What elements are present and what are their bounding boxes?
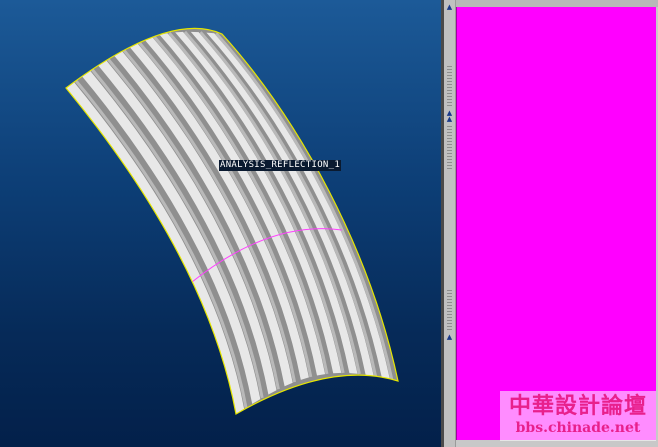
analysis-label[interactable]: ANALYSIS_REFLECTION_1 xyxy=(219,160,342,171)
graphics-viewport[interactable]: ANALYSIS_REFLECTION_1 xyxy=(0,0,441,447)
strip-grip[interactable] xyxy=(447,290,452,330)
surface-render xyxy=(65,27,399,415)
panel-side-strip: ▲ ▲ ▲ ▲ xyxy=(444,0,456,447)
strip-grip[interactable] xyxy=(447,66,452,106)
cad-screen: ANALYSIS_REFLECTION_1 ▲ ▲ ▲ ▲ 中華設計論壇 bbs… xyxy=(0,0,658,447)
side-panel: ▲ ▲ ▲ ▲ xyxy=(444,0,658,447)
arrow-up-icon[interactable]: ▲ xyxy=(446,116,453,123)
watermark: 中華設計論壇 bbs.chinade.net xyxy=(500,391,656,441)
strip-grip[interactable] xyxy=(447,126,452,170)
arrow-up-icon[interactable]: ▲ xyxy=(446,334,453,341)
watermark-title: 中華設計論壇 xyxy=(508,393,647,419)
magenta-display-area xyxy=(456,7,656,440)
watermark-url: bbs.chinade.net xyxy=(515,420,641,436)
arrow-up-icon[interactable]: ▲ xyxy=(446,4,453,11)
panel-header xyxy=(456,0,658,7)
